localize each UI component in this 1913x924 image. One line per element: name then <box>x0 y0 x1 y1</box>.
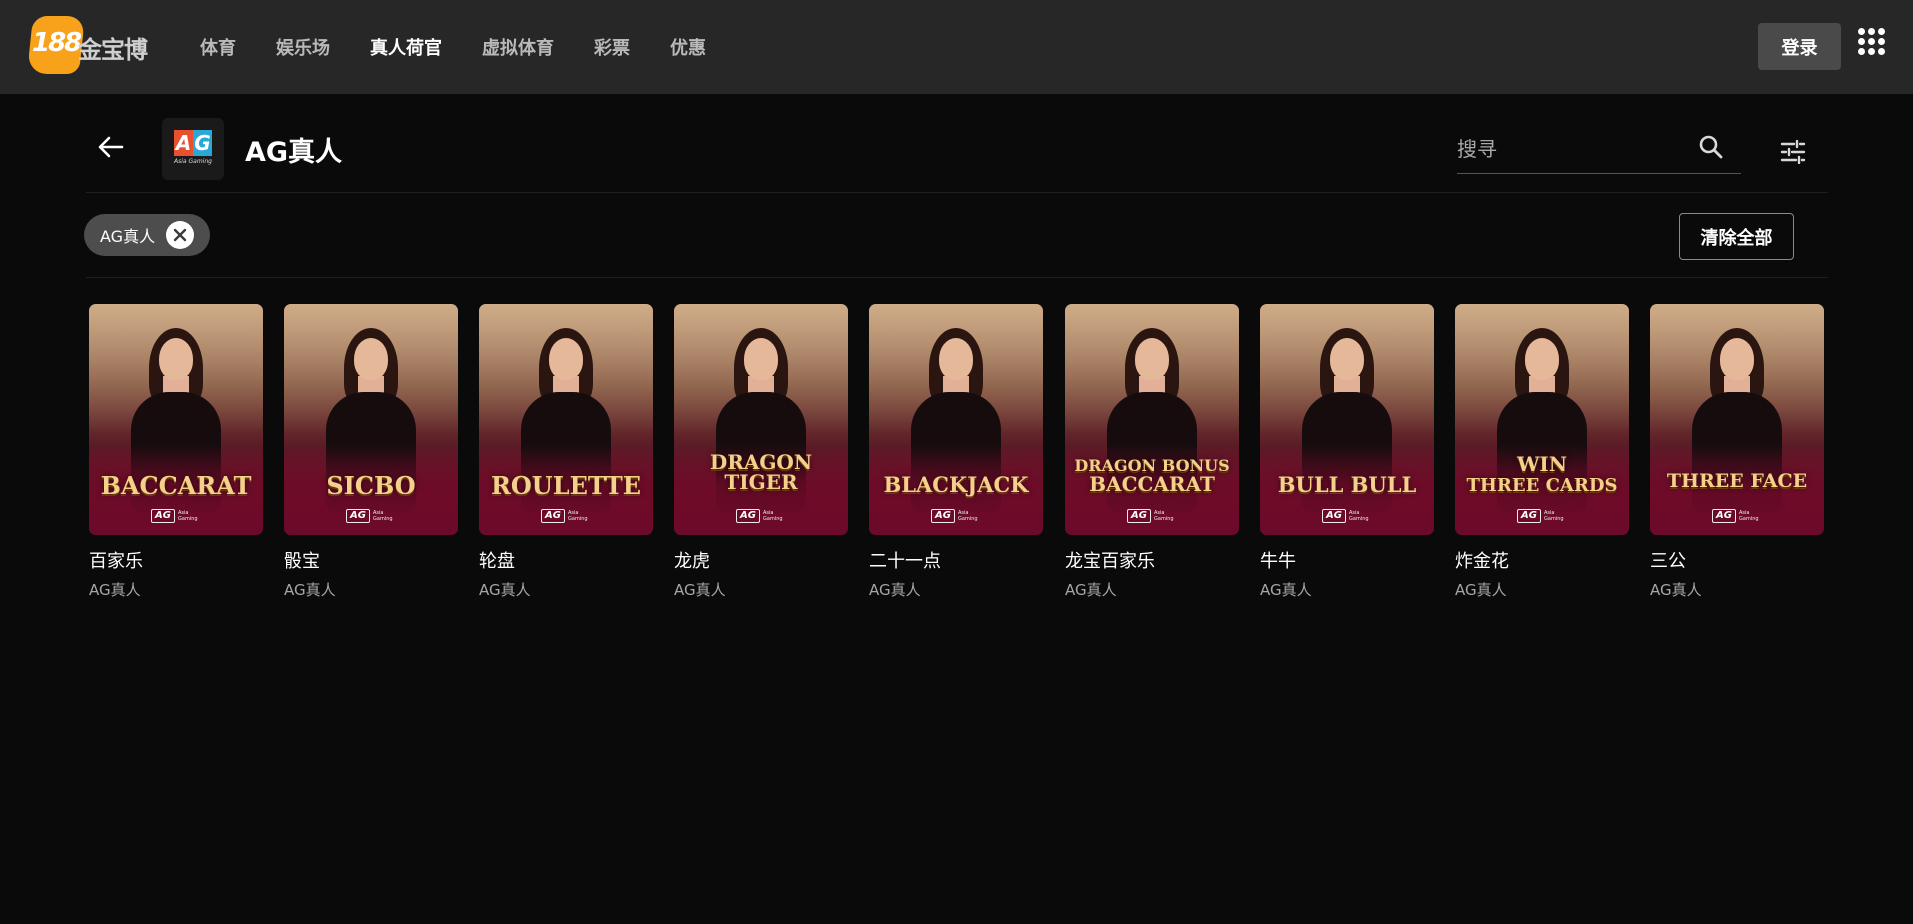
game-art-title: WIN THREE CARDS <box>1466 452 1618 496</box>
main-nav: 体育 娱乐场 真人荷官 虚拟体育 彩票 优惠 <box>200 0 746 94</box>
header-divider <box>86 192 1828 193</box>
game-card[interactable]: ROULETTE AG Asia Gaming 轮盘 AG真人 <box>479 304 653 600</box>
game-provider: AG真人 <box>674 581 726 599</box>
nav-item-lottery[interactable]: 彩票 <box>594 34 630 60</box>
clear-all-button[interactable]: 清除全部 <box>1679 213 1794 260</box>
ag-logo-mark: A G <box>174 130 212 156</box>
game-card[interactable]: SICBO AG Asia Gaming 骰宝 AG真人 <box>284 304 458 600</box>
game-card[interactable]: BACCARAT AG Asia Gaming 百家乐 AG真人 <box>89 304 263 600</box>
search-input[interactable] <box>1457 132 1697 166</box>
game-grid: BACCARAT AG Asia Gaming 百家乐 AG真人 SICBO AG A… <box>89 304 1829 604</box>
game-provider: AG真人 <box>869 581 921 599</box>
top-navigation-bar: 188 金宝博 体育 娱乐场 真人荷官 虚拟体育 彩票 优惠 登录 <box>0 0 1913 94</box>
search-icon[interactable] <box>1698 134 1724 160</box>
logo-number: 188 <box>32 28 82 58</box>
nav-item-sports[interactable]: 体育 <box>200 34 236 60</box>
game-card[interactable]: BULL BULL AG Asia Gaming 牛牛 AG真人 <box>1260 304 1434 600</box>
nav-item-promotions[interactable]: 优惠 <box>670 34 706 60</box>
game-thumbnail[interactable]: THREE FACE AG Asia Gaming <box>1650 304 1824 535</box>
ag-badge-icon: AG Asia Gaming <box>151 508 201 524</box>
game-title[interactable]: 骰宝 <box>284 547 458 573</box>
game-title[interactable]: 二十一点 <box>869 547 1043 573</box>
game-card[interactable]: BLACKJACK AG Asia Gaming 二十一点 AG真人 <box>869 304 1043 600</box>
game-provider: AG真人 <box>479 581 531 599</box>
game-art-title: BLACKJACK <box>883 472 1029 497</box>
game-art-title: BULL BULL <box>1277 472 1417 497</box>
ag-badge-icon: AG Asia Gaming <box>1712 508 1762 524</box>
game-card[interactable]: DRAGON TIGER AG Asia Gaming 龙虎 AG真人 <box>674 304 848 600</box>
sliders-icon[interactable] <box>1780 140 1806 164</box>
arrow-left-icon[interactable] <box>96 134 126 160</box>
game-title[interactable]: 牛牛 <box>1260 547 1434 573</box>
game-thumbnail[interactable]: BACCARAT AG Asia Gaming <box>89 304 263 535</box>
ag-badge-icon: AG Asia Gaming <box>1517 508 1567 524</box>
ag-badge-icon: AG Asia Gaming <box>346 508 396 524</box>
game-art-title: THREE FACE <box>1666 470 1808 492</box>
game-card[interactable]: DRAGON BONUS BACCARAT AG Asia Gaming 龙宝百家乐 … <box>1065 304 1239 600</box>
ag-badge-icon: AG Asia Gaming <box>931 508 981 524</box>
game-thumbnail[interactable]: DRAGON TIGER AG Asia Gaming <box>674 304 848 535</box>
game-thumbnail[interactable]: WIN THREE CARDS AG Asia Gaming <box>1455 304 1629 535</box>
game-provider: AG真人 <box>284 581 336 599</box>
game-title[interactable]: 三公 <box>1650 547 1824 573</box>
game-title[interactable]: 轮盘 <box>479 547 653 573</box>
nav-item-casino[interactable]: 娱乐场 <box>276 34 330 60</box>
game-art-title: DRAGON BONUS BACCARAT <box>1074 456 1230 496</box>
game-art-title: BACCARAT <box>100 471 252 500</box>
game-thumbnail[interactable]: SICBO AG Asia Gaming <box>284 304 458 535</box>
game-art-title: SICBO <box>326 471 416 500</box>
game-title[interactable]: 龙宝百家乐 <box>1065 547 1239 573</box>
game-card[interactable]: WIN THREE CARDS AG Asia Gaming 炸金花 AG真人 <box>1455 304 1629 600</box>
game-provider: AG真人 <box>89 581 141 599</box>
nav-item-live-dealer[interactable]: 真人荷官 <box>370 34 442 60</box>
game-provider: AG真人 <box>1065 581 1117 599</box>
game-provider: AG真人 <box>1455 581 1507 599</box>
game-art-title: DRAGON TIGER <box>709 450 813 494</box>
game-thumbnail[interactable]: BULL BULL AG Asia Gaming <box>1260 304 1434 535</box>
ag-badge-icon: AG Asia Gaming <box>1322 508 1372 524</box>
game-thumbnail[interactable]: BLACKJACK AG Asia Gaming <box>869 304 1043 535</box>
login-button[interactable]: 登录 <box>1758 23 1841 70</box>
game-card[interactable]: THREE FACE AG Asia Gaming 三公 AG真人 <box>1650 304 1824 600</box>
grid-dots-icon[interactable] <box>1858 28 1886 56</box>
ag-badge-icon: AG Asia Gaming <box>541 508 591 524</box>
logo-text: 金宝博 <box>78 36 148 64</box>
game-thumbnail[interactable]: ROULETTE AG Asia Gaming <box>479 304 653 535</box>
provider-logo: A G Asia Gaming <box>162 118 224 180</box>
ag-badge-icon: AG Asia Gaming <box>1127 508 1177 524</box>
filter-divider <box>86 277 1828 278</box>
game-provider: AG真人 <box>1650 581 1702 599</box>
filter-chip[interactable]: AG真人 <box>84 214 210 256</box>
brand-logo[interactable]: 188 金宝博 <box>26 16 170 74</box>
filter-chip-label: AG真人 <box>100 227 156 246</box>
game-title[interactable]: 龙虎 <box>674 547 848 573</box>
close-circle-icon[interactable] <box>166 221 194 249</box>
game-thumbnail[interactable]: DRAGON BONUS BACCARAT AG Asia Gaming <box>1065 304 1239 535</box>
provider-logo-subtitle: Asia Gaming <box>174 158 212 165</box>
search-box <box>1457 128 1741 174</box>
ag-badge-icon: AG Asia Gaming <box>736 508 786 524</box>
game-provider: AG真人 <box>1260 581 1312 599</box>
game-title[interactable]: 百家乐 <box>89 547 263 573</box>
game-art-title: ROULETTE <box>490 471 642 500</box>
nav-item-virtual-sports[interactable]: 虚拟体育 <box>482 34 554 60</box>
page-title: AG真人 <box>245 137 343 168</box>
game-title[interactable]: 炸金花 <box>1455 547 1629 573</box>
